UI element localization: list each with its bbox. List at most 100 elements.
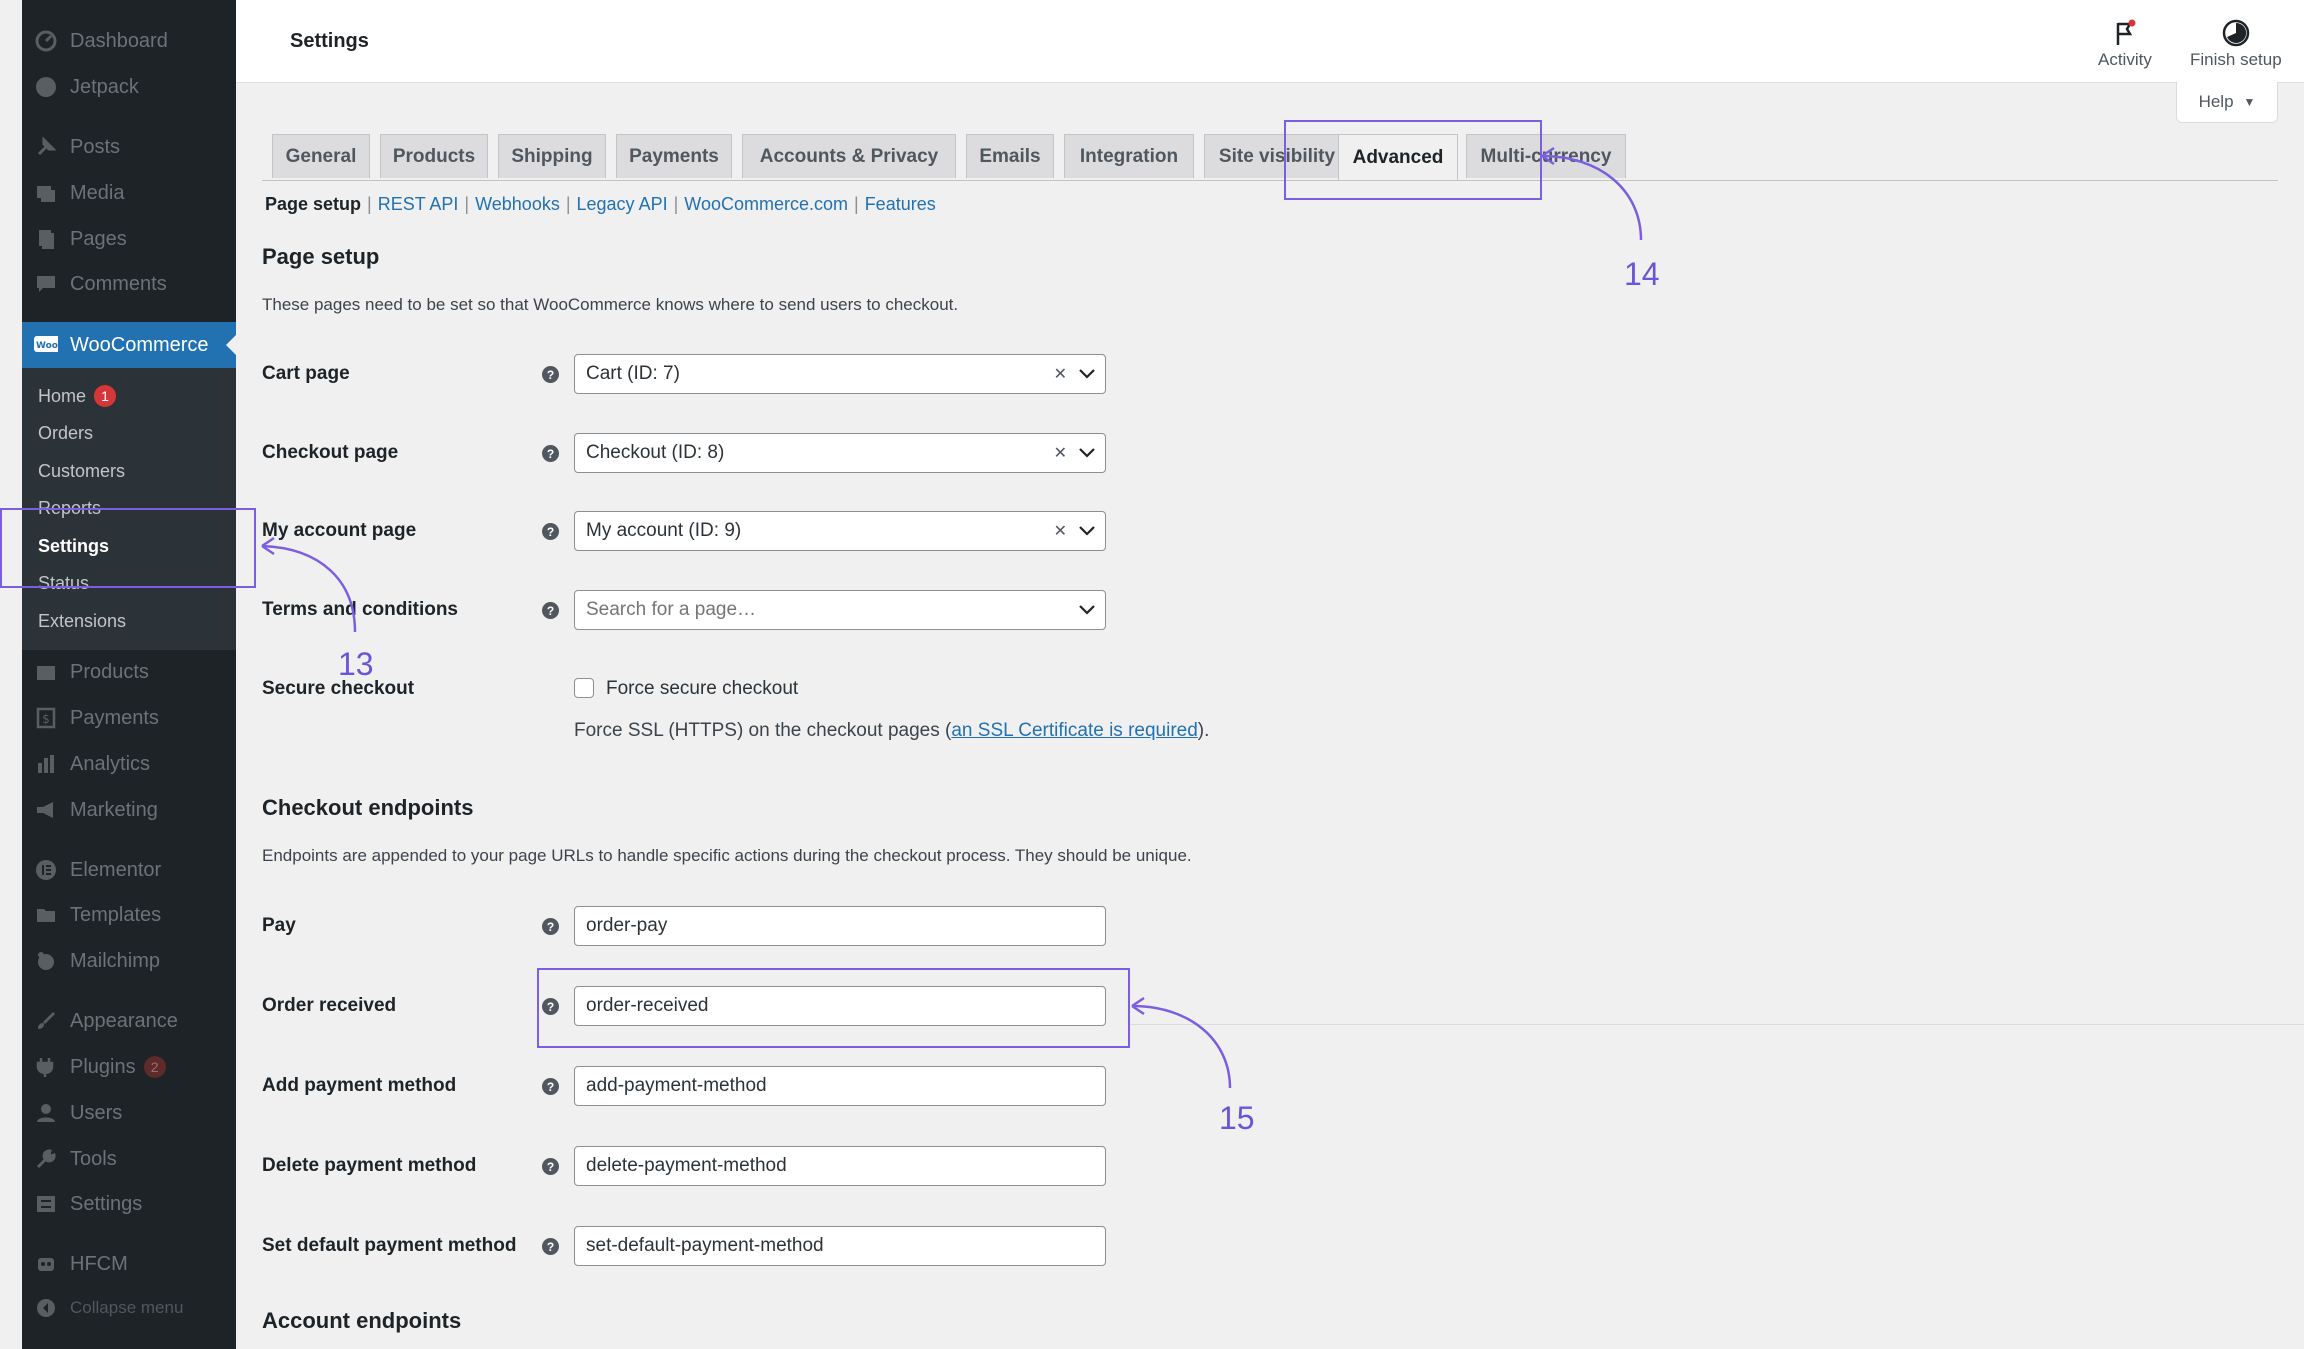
subnav-page-setup[interactable]: Page setup — [265, 194, 361, 215]
subnav-rest-api[interactable]: REST API — [378, 194, 459, 215]
submenu-item-orders[interactable]: Orders — [38, 418, 93, 448]
sidebar-label: Products — [70, 660, 149, 683]
tab-payments[interactable]: Payments — [616, 134, 732, 178]
tab-general[interactable]: General — [272, 134, 370, 178]
sidebar-item-dashboard[interactable]: Dashboard — [22, 21, 236, 61]
subnav-webhooks[interactable]: Webhooks — [475, 194, 560, 215]
help-tip-icon[interactable]: ? — [542, 1238, 559, 1255]
tab-shipping[interactable]: Shipping — [498, 134, 606, 178]
submenu-item-home[interactable]: Home 1 — [38, 381, 117, 411]
chevron-down-icon — [1077, 600, 1097, 620]
page-setup-description: These pages need to be set so that WooCo… — [262, 295, 959, 314]
sidebar-item-settings[interactable]: Settings — [22, 1184, 236, 1224]
add-payment-method-input[interactable] — [574, 1066, 1106, 1106]
set-default-payment-method-input[interactable] — [574, 1226, 1106, 1266]
subnav-features[interactable]: Features — [865, 194, 936, 215]
sidebar-label: Media — [70, 181, 125, 204]
sidebar-item-products[interactable]: Products — [22, 652, 236, 692]
clear-icon[interactable]: ✕ — [1054, 364, 1067, 384]
settings-icon — [34, 1192, 58, 1216]
top-header: Settings Activity Finish setup — [236, 0, 2304, 83]
sidebar-item-payments[interactable]: $ Payments — [22, 698, 236, 738]
help-tip-icon[interactable]: ? — [542, 366, 559, 383]
annotation-number-13: 13 — [338, 646, 374, 682]
subnav-woocommerce-com[interactable]: WooCommerce.com — [684, 194, 848, 215]
tab-emails[interactable]: Emails — [966, 134, 1054, 178]
help-tip-icon[interactable]: ? — [542, 1158, 559, 1175]
sidebar-label: Mailchimp — [70, 949, 161, 972]
help-tip-icon[interactable]: ? — [542, 523, 559, 540]
checkout-page-select[interactable]: Checkout (ID: 8) ✕ — [574, 433, 1106, 473]
ssl-certificate-link[interactable]: an SSL Certificate is required — [951, 720, 1197, 741]
submenu-item-status[interactable]: Status — [38, 568, 89, 598]
submenu-item-settings[interactable]: Settings — [38, 531, 109, 561]
tab-divider — [262, 180, 2278, 181]
sidebar-label: Payments — [70, 706, 159, 729]
sidebar-item-tools[interactable]: Tools — [22, 1139, 236, 1179]
media-icon — [34, 181, 58, 205]
delete-payment-method-label: Delete payment method — [262, 1155, 477, 1176]
set-default-payment-method-label: Set default payment method — [262, 1235, 517, 1256]
submenu-item-customers[interactable]: Customers — [38, 456, 125, 486]
clear-icon[interactable]: ✕ — [1054, 443, 1067, 463]
sidebar-item-appearance[interactable]: Appearance — [22, 1001, 236, 1041]
caret-down-icon: ▼ — [2243, 95, 2256, 109]
sidebar-item-media[interactable]: Media — [22, 173, 236, 213]
cart-page-label: Cart page — [262, 363, 350, 384]
sidebar-item-users[interactable]: Users — [22, 1093, 236, 1133]
submenu-item-extensions[interactable]: Extensions — [38, 606, 126, 636]
help-tip-icon[interactable]: ? — [542, 918, 559, 935]
brush-icon — [34, 1009, 58, 1033]
tab-advanced[interactable]: Advanced — [1338, 134, 1458, 180]
sidebar-item-analytics[interactable]: Analytics — [22, 744, 236, 784]
select-placeholder: Search for a page… — [586, 599, 757, 620]
cart-page-select[interactable]: Cart (ID: 7) ✕ — [574, 354, 1106, 394]
submenu-label: Orders — [38, 422, 94, 443]
checkout-endpoints-heading: Checkout endpoints — [262, 795, 474, 820]
activity-label: Activity — [2098, 50, 2152, 69]
finish-setup-label: Finish setup — [2190, 50, 2282, 69]
sidebar-item-elementor[interactable]: Elementor — [22, 850, 236, 890]
sidebar-label: Elementor — [70, 858, 162, 881]
tab-label: Emails — [979, 145, 1041, 167]
tab-site-visibility[interactable]: Site visibility — [1204, 134, 1350, 178]
tab-multi-currency[interactable]: Multi-currency — [1466, 134, 1626, 178]
submenu-item-reports[interactable]: Reports — [38, 493, 101, 523]
help-tip-icon[interactable]: ? — [542, 602, 559, 619]
force-secure-checkbox[interactable] — [574, 678, 594, 698]
sidebar-item-pages[interactable]: Pages — [22, 219, 236, 259]
terms-conditions-select[interactable]: Search for a page… — [574, 590, 1106, 630]
sidebar-item-plugins[interactable]: Plugins 2 — [22, 1047, 236, 1087]
sidebar-item-woocommerce[interactable]: Woo WooCommerce — [22, 322, 236, 368]
sidebar-item-jetpack[interactable]: Jetpack — [22, 67, 236, 107]
tab-accounts-privacy[interactable]: Accounts & Privacy — [742, 134, 956, 178]
sidebar-collapse-menu[interactable]: Collapse menu — [22, 1288, 236, 1328]
finish-setup-button[interactable]: Finish setup — [2190, 16, 2282, 70]
sidebar-item-posts[interactable]: Posts — [22, 127, 236, 167]
sidebar-item-comments[interactable]: Comments — [22, 264, 236, 304]
my-account-page-select[interactable]: My account (ID: 9) ✕ — [574, 511, 1106, 551]
order-received-input[interactable] — [574, 986, 1106, 1026]
help-tip-icon[interactable]: ? — [542, 445, 559, 462]
submenu-label: Status — [38, 572, 90, 593]
help-tip-icon[interactable]: ? — [542, 998, 559, 1015]
megaphone-icon — [34, 798, 58, 822]
delete-payment-method-input[interactable] — [574, 1146, 1106, 1186]
account-endpoints-heading: Account endpoints — [262, 1308, 462, 1333]
sidebar-label: Marketing — [70, 798, 158, 821]
sidebar-label: Appearance — [70, 1009, 178, 1032]
pay-endpoint-input[interactable] — [574, 906, 1106, 946]
submenu-label: Reports — [38, 497, 102, 518]
sidebar-item-marketing[interactable]: Marketing — [22, 790, 236, 830]
activity-button[interactable]: Activity — [2098, 16, 2152, 70]
subnav-legacy-api[interactable]: Legacy API — [577, 194, 668, 215]
tab-products[interactable]: Products — [380, 134, 488, 178]
sidebar-item-hfcm[interactable]: HFCM — [22, 1244, 236, 1284]
clear-icon[interactable]: ✕ — [1054, 521, 1067, 541]
sidebar-label: Users — [70, 1101, 123, 1124]
tab-integration[interactable]: Integration — [1064, 134, 1194, 178]
help-tip-icon[interactable]: ? — [542, 1078, 559, 1095]
sidebar-item-mailchimp[interactable]: Mailchimp — [22, 941, 236, 981]
sidebar-item-templates[interactable]: Templates — [22, 895, 236, 935]
help-button[interactable]: Help ▼ — [2176, 82, 2278, 123]
